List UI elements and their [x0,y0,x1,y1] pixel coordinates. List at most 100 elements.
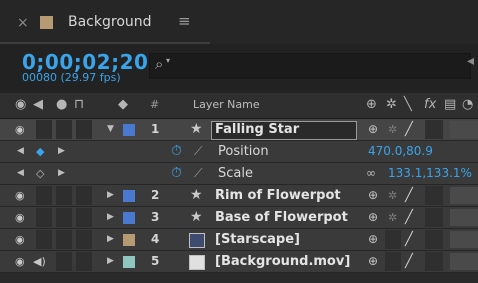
constrain-proportions-icon[interactable]: ∞ [366,163,376,184]
shape-layer-star-icon: ★ [190,209,203,225]
collapse-icon: ✲ [386,97,397,112]
lock-toggle[interactable] [76,252,92,271]
quality-switch-icon[interactable]: ╱ [405,119,413,140]
visibility-toggle-icon[interactable]: ◉ [15,207,31,228]
solo-toggle[interactable] [56,120,72,139]
timeline-footer [0,273,478,283]
visibility-toggle-icon[interactable]: ◉ [15,119,31,140]
property-name: Scale [218,166,253,181]
layer-number: 3 [151,210,160,224]
fx-switch[interactable] [425,120,443,139]
solo-icon: ● [56,97,68,112]
shy-switch-icon[interactable]: ⊕ [368,119,378,140]
keyframe-diamond-icon[interactable]: ◇ [36,163,44,184]
fx-switch[interactable] [425,208,443,227]
quality-switch-icon[interactable]: ╱ [405,251,413,272]
search-dropdown-icon[interactable]: ▾ [166,56,170,65]
shape-layer-star-icon: ★ [190,187,203,203]
eye-icon: ◉ [15,97,27,112]
lock-icon: ⊓ [74,97,85,112]
next-keyframe-icon[interactable]: ▶ [58,141,65,162]
expand-triangle-icon[interactable]: ▶ [107,229,114,250]
layer-number: 1 [151,122,160,136]
property-row[interactable]: ◀ ◇ ▶ ⏱ ⟋ Scale ∞ 133.1,133.1% [0,163,478,185]
frame-blend-switch[interactable] [450,187,478,204]
frame-blend-switch[interactable] [450,209,478,226]
property-row[interactable]: ◀ ◆ ▶ ⏱ ⟋ Position 470.0,80.9 [0,141,478,163]
layer-row[interactable]: ◉ ▶ 2 ★ Rim of Flowerpot ⊕ ✲ ╱ [0,185,478,207]
shy-switch-icon[interactable]: ⊕ [368,229,378,250]
audio-toggle[interactable] [36,208,52,227]
layer-label-color[interactable] [123,190,135,202]
audio-toggle[interactable] [36,120,52,139]
expand-triangle-icon[interactable]: ▶ [107,185,114,206]
close-tab-icon[interactable]: × [17,15,29,31]
layer-name[interactable]: Base of Flowerpot [215,207,348,228]
visibility-toggle-icon[interactable]: ◉ [15,229,31,250]
audio-toggle[interactable] [36,186,52,205]
layer-search-input[interactable] [149,53,471,79]
search-icon: ⌕ [155,55,164,73]
shy-switch-icon[interactable]: ⊕ [368,207,378,228]
prev-keyframe-icon[interactable]: ◀ [17,163,24,184]
audio-toggle[interactable] [36,230,52,249]
expand-triangle-icon[interactable]: ▼ [107,119,114,140]
layer-name[interactable]: [Starscape] [215,229,300,250]
frame-blend-switch[interactable] [450,121,478,138]
composition-color-swatch [40,16,53,29]
panel-menu-icon[interactable]: ≡ [178,12,191,30]
shy-switch-icon[interactable]: ⊕ [368,185,378,206]
layer-label-color[interactable] [123,234,135,246]
solo-toggle[interactable] [56,252,72,271]
layer-label-color[interactable] [123,124,135,136]
layer-row[interactable]: ◉ ▼ 1 ★ Falling Star ⊕ ✲ ╱ [0,119,478,141]
layer-row[interactable]: ◉ ▶ 3 ★ Base of Flowerpot ⊕ ✲ ╱ [0,207,478,229]
graph-icon: ⟋ [194,166,203,180]
graph-icon: ⟋ [194,144,203,158]
image-footage-icon [189,233,205,248]
quality-switch-icon[interactable]: ╱ [405,185,413,206]
property-value[interactable]: 133.1,133.1% [388,163,472,184]
lock-toggle[interactable] [76,208,92,227]
collapse-switch[interactable] [385,252,401,271]
collapse-switch[interactable] [385,230,401,249]
frame-blend-switch[interactable] [450,231,478,248]
collapse-switch-icon[interactable]: ✲ [388,207,397,228]
expand-triangle-icon[interactable]: ▶ [107,251,114,272]
layer-label-color[interactable] [123,256,135,268]
composition-tab-title[interactable]: Background [68,14,152,30]
solo-toggle[interactable] [56,230,72,249]
collapse-switch-icon[interactable]: ✲ [388,185,397,206]
audio-toggle-icon[interactable]: ◀) [33,251,49,272]
keyframe-diamond-icon[interactable]: ◆ [36,141,44,162]
layer-name[interactable]: [Background.mov] [215,251,350,272]
layer-row[interactable]: ◉ ◀) ▶ 5 [Background.mov] ⊕ ╱ [0,251,478,273]
visibility-toggle-icon[interactable]: ◉ [15,251,31,272]
layer-name[interactable]: Falling Star [215,119,299,140]
lock-toggle[interactable] [76,230,92,249]
next-keyframe-icon[interactable]: ▶ [58,163,65,184]
fx-switch[interactable] [425,186,443,205]
layer-label-color[interactable] [123,212,135,224]
quality-switch-icon[interactable]: ╱ [405,207,413,228]
prev-keyframe-icon[interactable]: ◀ [17,141,24,162]
shy-switch-icon[interactable]: ⊕ [368,251,378,272]
quality-switch-icon[interactable]: ╱ [405,229,413,250]
lock-toggle[interactable] [76,186,92,205]
collapse-switch-icon[interactable]: ✲ [388,119,397,140]
stopwatch-icon[interactable]: ⏱ [171,163,182,184]
solo-toggle[interactable] [56,208,72,227]
lock-toggle[interactable] [76,120,92,139]
fx-switch[interactable] [425,230,443,249]
fx-switch[interactable] [425,252,443,271]
layer-name-header[interactable]: Layer Name [193,98,260,111]
solo-toggle[interactable] [56,186,72,205]
layer-name[interactable]: Rim of Flowerpot [215,185,341,206]
expand-triangle-icon[interactable]: ▶ [107,207,114,228]
frame-blend-switch[interactable] [450,253,478,270]
stopwatch-icon[interactable]: ⏱ [171,141,182,162]
visibility-toggle-icon[interactable]: ◉ [15,185,31,206]
property-value[interactable]: 470.0,80.9 [368,141,433,162]
scroll-arrow-icon[interactable]: ◂ [467,53,474,69]
layer-row[interactable]: ◉ ▶ 4 [Starscape] ⊕ ╱ [0,229,478,251]
